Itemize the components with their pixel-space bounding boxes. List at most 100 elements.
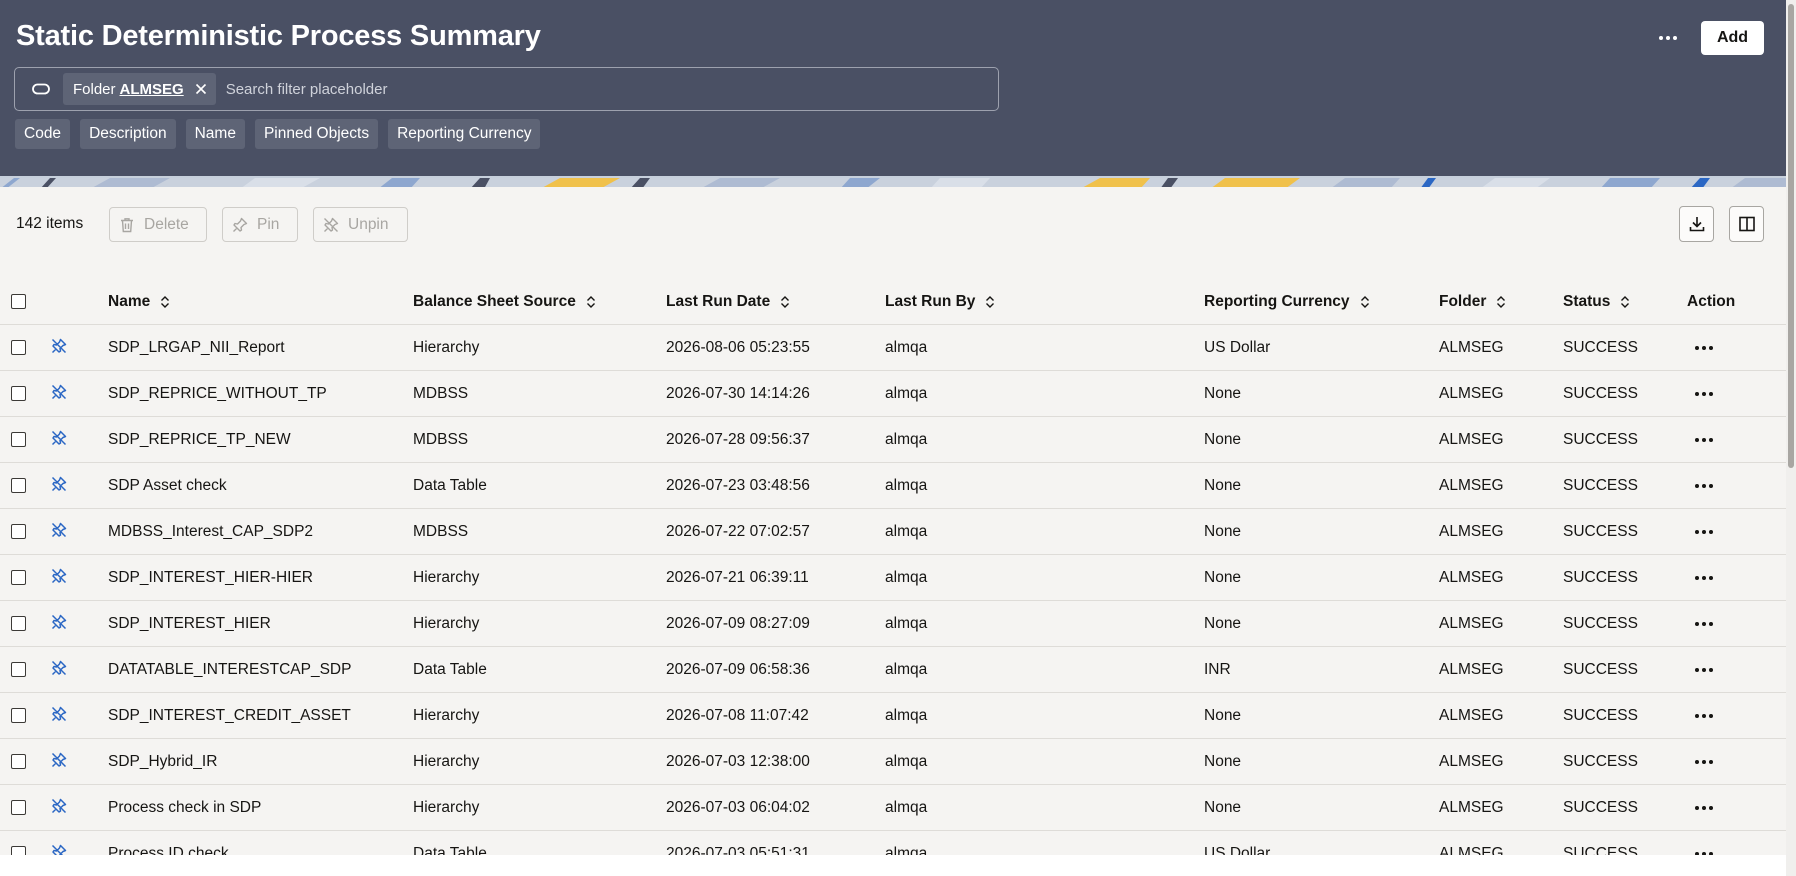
table-row[interactable]: MDBSS_Interest_CAP_SDP2 MDBSS 2026-07-22 0… — [0, 509, 1786, 555]
unpin-icon[interactable] — [50, 613, 68, 631]
column-header-status[interactable]: Status — [1563, 279, 1630, 325]
filter-chip-description[interactable]: Description — [80, 119, 176, 149]
unpin-icon — [324, 217, 339, 232]
cell-reporting-currency: None — [1204, 615, 1242, 632]
cell-last-run-by: almqa — [885, 707, 928, 724]
unpin-icon[interactable] — [50, 797, 68, 815]
row-checkbox[interactable] — [11, 754, 26, 769]
row-checkbox[interactable] — [11, 432, 26, 447]
cell-last-run-by: almqa — [885, 799, 928, 816]
column-header-label: Action — [1687, 293, 1736, 310]
add-button[interactable]: Add — [1701, 21, 1764, 55]
cell-balance-sheet-source: Hierarchy — [413, 707, 480, 724]
column-header-reporting-currency[interactable]: Reporting Currency — [1204, 279, 1370, 325]
column-panel-button[interactable] — [1729, 206, 1764, 242]
download-button[interactable] — [1679, 206, 1714, 242]
column-header-last-run-date[interactable]: Last Run Date — [666, 279, 790, 325]
more-horizontal-icon — [1695, 576, 1713, 580]
table-row[interactable]: SDP Asset check Data Table 2026-07-23 03:4… — [0, 463, 1786, 509]
cell-reporting-currency: None — [1204, 523, 1242, 540]
row-checkbox[interactable] — [11, 708, 26, 723]
filter-chip-pinned-objects[interactable]: Pinned Objects — [254, 119, 379, 149]
row-checkbox[interactable] — [11, 616, 26, 631]
search-input[interactable] — [225, 74, 998, 104]
row-action-button[interactable] — [1692, 757, 1716, 767]
more-horizontal-icon — [1695, 714, 1713, 718]
chip-value[interactable]: ALMSEG — [120, 81, 184, 98]
unpin-icon[interactable] — [50, 383, 68, 401]
folder-filter-chip[interactable]: Folder ALMSEG — [63, 73, 216, 105]
filter-chip-name[interactable]: Name — [185, 119, 245, 149]
table-row[interactable]: SDP_REPRICE_TP_NEW MDBSS 2026-07-28 09:56:… — [0, 417, 1786, 463]
page-title: Static Deterministic Process Summary — [16, 20, 541, 52]
cell-last-run-date: 2026-07-28 09:56:37 — [666, 431, 810, 448]
unpin-icon[interactable] — [50, 475, 68, 493]
filter-chip-code[interactable]: Code — [15, 119, 71, 149]
filter-chip-reporting-currency[interactable]: Reporting Currency — [388, 119, 541, 149]
cell-last-run-by: almqa — [885, 477, 928, 494]
row-checkbox[interactable] — [11, 662, 26, 677]
row-checkbox[interactable] — [11, 478, 26, 493]
row-action-button[interactable] — [1692, 619, 1716, 629]
close-icon[interactable] — [194, 82, 208, 96]
row-action-button[interactable] — [1692, 343, 1716, 353]
table-row[interactable]: SDP_Hybrid_IR Hierarchy 2026-07-03 12:38:0… — [0, 739, 1786, 785]
row-action-button[interactable] — [1692, 803, 1716, 813]
unpin-button[interactable]: Unpin — [313, 207, 408, 242]
unpin-icon[interactable] — [50, 337, 68, 355]
unpin-icon[interactable] — [50, 705, 68, 723]
table-row[interactable]: SDP_INTEREST_HIER Hierarchy 2026-07-09 08:… — [0, 601, 1786, 647]
row-action-button[interactable] — [1692, 527, 1716, 537]
delete-button[interactable]: Delete — [109, 207, 207, 242]
row-action-button[interactable] — [1692, 711, 1716, 721]
select-all-checkbox[interactable] — [11, 294, 26, 309]
column-header-name[interactable]: Name — [108, 279, 170, 325]
table-row[interactable]: Process check in SDP Hierarchy 2026-07-03 … — [0, 785, 1786, 831]
row-checkbox[interactable] — [11, 570, 26, 585]
column-header-folder[interactable]: Folder — [1439, 279, 1506, 325]
row-action-button[interactable] — [1692, 665, 1716, 675]
cell-status: SUCCESS — [1563, 799, 1638, 816]
table-toolbar: 142 items Delete Pin Unpin — [0, 187, 1786, 257]
column-header-label: Folder — [1439, 293, 1487, 310]
decorative-banner — [0, 176, 1786, 187]
more-horizontal-icon — [1695, 392, 1713, 396]
unpin-icon[interactable] — [50, 659, 68, 677]
table-row[interactable]: SDP_REPRICE_WITHOUT_TP MDBSS 2026-07-30 14… — [0, 371, 1786, 417]
row-action-button[interactable] — [1692, 481, 1716, 491]
row-action-button[interactable] — [1692, 573, 1716, 583]
cell-balance-sheet-source: Hierarchy — [413, 753, 480, 770]
unpin-icon[interactable] — [50, 521, 68, 539]
row-checkbox[interactable] — [11, 340, 26, 355]
cell-balance-sheet-source: Data Table — [413, 661, 487, 678]
cell-name: SDP_REPRICE_WITHOUT_TP — [108, 385, 327, 402]
scrollbar-thumb[interactable] — [1788, 4, 1794, 468]
table-header: Name Balance Sheet Source Last Run Date … — [0, 279, 1786, 325]
cell-last-run-date: 2026-07-23 03:48:56 — [666, 477, 810, 494]
column-header-last-run-by[interactable]: Last Run By — [885, 279, 995, 325]
unpin-icon[interactable] — [50, 567, 68, 585]
sort-icon — [586, 295, 596, 309]
vertical-scrollbar[interactable] — [1786, 0, 1796, 876]
unpin-icon[interactable] — [50, 429, 68, 447]
row-action-button[interactable] — [1692, 435, 1716, 445]
cell-balance-sheet-source: Hierarchy — [413, 615, 480, 632]
row-checkbox[interactable] — [11, 524, 26, 539]
row-checkbox[interactable] — [11, 386, 26, 401]
cell-last-run-by: almqa — [885, 569, 928, 586]
table-row[interactable]: SDP_LRGAP_NII_Report Hierarchy 2026-08-06 … — [0, 325, 1786, 371]
sort-icon — [1496, 295, 1506, 309]
search-filter-bar[interactable]: Folder ALMSEG — [14, 67, 999, 111]
row-checkbox[interactable] — [11, 800, 26, 815]
more-actions-button[interactable] — [1644, 24, 1692, 52]
table-row[interactable]: SDP_INTEREST_HIER-HIER Hierarchy 2026-07-2… — [0, 555, 1786, 601]
cell-last-run-date: 2026-07-09 06:58:36 — [666, 661, 810, 678]
table-row[interactable]: DATATABLE_INTERESTCAP_SDP Data Table 2026-… — [0, 647, 1786, 693]
cell-reporting-currency: INR — [1204, 661, 1231, 678]
unpin-icon[interactable] — [50, 751, 68, 769]
pin-button[interactable]: Pin — [222, 207, 298, 242]
column-header-balance-sheet-source[interactable]: Balance Sheet Source — [413, 279, 596, 325]
table-row[interactable]: SDP_INTEREST_CREDIT_ASSET Hierarchy 2026-0… — [0, 693, 1786, 739]
cell-folder: ALMSEG — [1439, 523, 1504, 540]
row-action-button[interactable] — [1692, 389, 1716, 399]
